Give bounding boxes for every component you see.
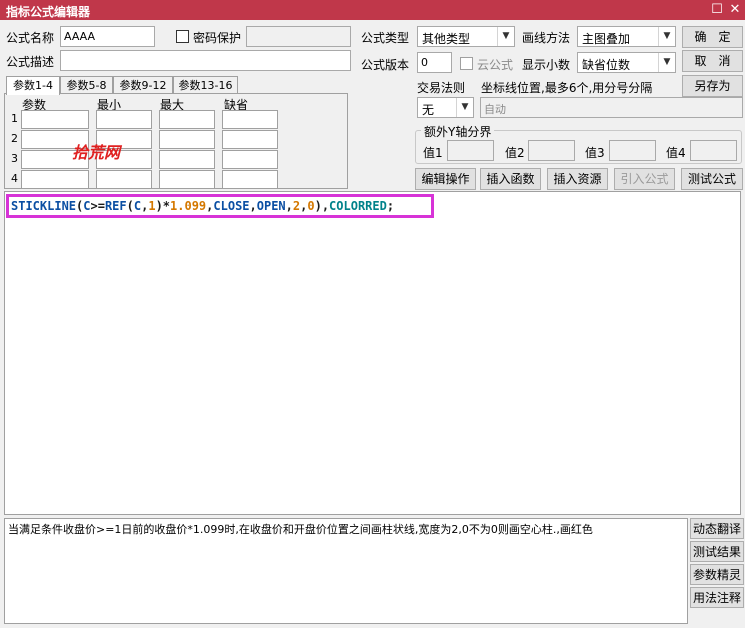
param-3-max-input[interactable] [159,150,215,169]
code-token: , [249,199,257,213]
code-token: >= [90,199,105,213]
watermark: 拾荒网 [72,143,121,162]
formula-version-label: 公式版本 [361,58,410,72]
param-4-name-input[interactable] [21,170,89,189]
chevron-down-icon: ▼ [658,53,675,72]
insert-function-button[interactable]: 插入函数 [480,168,541,190]
restore-button[interactable]: ☐ [708,1,726,18]
save-as-button[interactable]: 另存为 [682,75,743,97]
y-value-1-label: 值1 [423,146,443,160]
confirm-button[interactable]: 确 定 [682,26,743,48]
y-value-4-label: 值4 [666,146,686,160]
param-4-default-input[interactable] [222,170,278,189]
param-row-number: 2 [11,132,18,145]
code-token: ; [386,199,395,213]
password-checkbox[interactable] [176,30,189,43]
formula-type-select[interactable]: 其他类型 ▼ [417,26,515,47]
coord-lines-label: 坐标线位置,最多6个,用分号分隔 [481,81,653,95]
chevron-down-icon: ▼ [497,27,514,46]
test-formula-button[interactable]: 测试公式 [681,168,743,190]
y-value-1-input[interactable] [447,140,494,161]
code-token: ), [314,199,330,213]
cloud-formula-label: 云公式 [477,58,514,72]
formula-type-value: 其他类型 [422,32,471,46]
tab-params-5-8[interactable]: 参数5-8 [60,76,113,94]
code-token: 1 [148,199,156,213]
window-title: 指标公式编辑器 [6,5,91,19]
param-1-default-input[interactable] [222,110,278,129]
param-1-name-input[interactable] [21,110,89,129]
code-token: C [83,199,91,213]
code-token: CLOSE [213,199,250,213]
code-token: )* [155,199,171,213]
formula-desc-input[interactable] [60,50,351,71]
y-axis-label: 额外Y轴分界 [421,123,495,140]
formula-type-label: 公式类型 [361,31,410,45]
show-decimals-label: 显示小数 [522,58,571,72]
trade-rule-value: 无 [422,103,435,117]
usage-notes-button[interactable]: 用法注释 [690,587,744,608]
code-token: 1.099 [170,199,207,213]
param-wizard-button[interactable]: 参数精灵 [690,564,744,585]
code-token: COLORRED [329,199,387,213]
cancel-button[interactable]: 取 消 [682,50,743,72]
show-decimals-select[interactable]: 缺省位数 ▼ [577,52,676,73]
draw-method-select[interactable]: 主图叠加 ▼ [577,26,676,47]
edit-ops-button[interactable]: 编辑操作 [415,168,476,190]
chevron-down-icon: ▼ [658,27,675,46]
code-token: STICKLINE [11,199,77,213]
code-token: 0 [307,199,315,213]
title-bar: 指标公式编辑器 ☐ ✕ [0,0,745,20]
param-row-number: 1 [11,112,18,125]
dynamic-translate-button[interactable]: 动态翻译 [690,518,744,539]
param-2-default-input[interactable] [222,130,278,149]
y-value-2-input[interactable] [528,140,575,161]
y-value-3-label: 值3 [585,146,605,160]
y-value-2-label: 值2 [505,146,525,160]
chevron-down-icon: ▼ [456,98,473,117]
close-button[interactable]: ✕ [726,1,744,18]
param-1-min-input[interactable] [96,110,152,129]
import-formula-button[interactable]: 引入公式 [614,168,675,190]
test-result-button[interactable]: 测试结果 [690,541,744,562]
insert-resource-button[interactable]: 插入资源 [547,168,608,190]
code-token: , [285,199,293,213]
param-row-number: 3 [11,152,18,165]
code-line-highlight: STICKLINE(C>=REF(C,1)*1.099,CLOSE,OPEN,2… [6,194,434,218]
param-4-min-input[interactable] [96,170,152,189]
y-value-3-input[interactable] [609,140,656,161]
code-token: ( [126,199,134,213]
draw-method-label: 画线方法 [522,31,571,45]
code-token: REF [104,199,127,213]
formula-name-label: 公式名称 [6,31,55,45]
param-row-number: 4 [11,172,18,185]
formula-name-input[interactable]: AAAA [60,26,155,47]
param-2-max-input[interactable] [159,130,215,149]
formula-version-input[interactable]: 0 [417,52,452,73]
y-value-4-input[interactable] [690,140,737,161]
tab-params-1-4[interactable]: 参数1-4 [6,76,60,95]
password-label: 密码保护 [193,31,242,45]
password-input[interactable] [246,26,351,47]
tab-params-9-12[interactable]: 参数9-12 [113,76,173,94]
trade-rule-select[interactable]: 无 ▼ [417,97,474,118]
trade-rule-label: 交易法则 [417,81,466,95]
param-3-default-input[interactable] [222,150,278,169]
code-editor[interactable]: STICKLINE(C>=REF(C,1)*1.099,CLOSE,OPEN,2… [4,191,741,515]
show-decimals-value: 缺省位数 [582,58,631,72]
tab-params-13-16[interactable]: 参数13-16 [173,76,238,94]
cloud-formula-checkbox[interactable] [460,57,473,70]
draw-method-value: 主图叠加 [582,32,631,46]
description-panel: 当满足条件收盘价>=1日前的收盘价*1.099时,在收盘价和开盘价位置之间画柱状… [4,518,688,624]
param-1-max-input[interactable] [159,110,215,129]
code-token: OPEN [256,199,286,213]
coord-lines-input[interactable]: 自动 [480,97,743,118]
param-4-max-input[interactable] [159,170,215,189]
formula-desc-label: 公式描述 [6,55,55,69]
